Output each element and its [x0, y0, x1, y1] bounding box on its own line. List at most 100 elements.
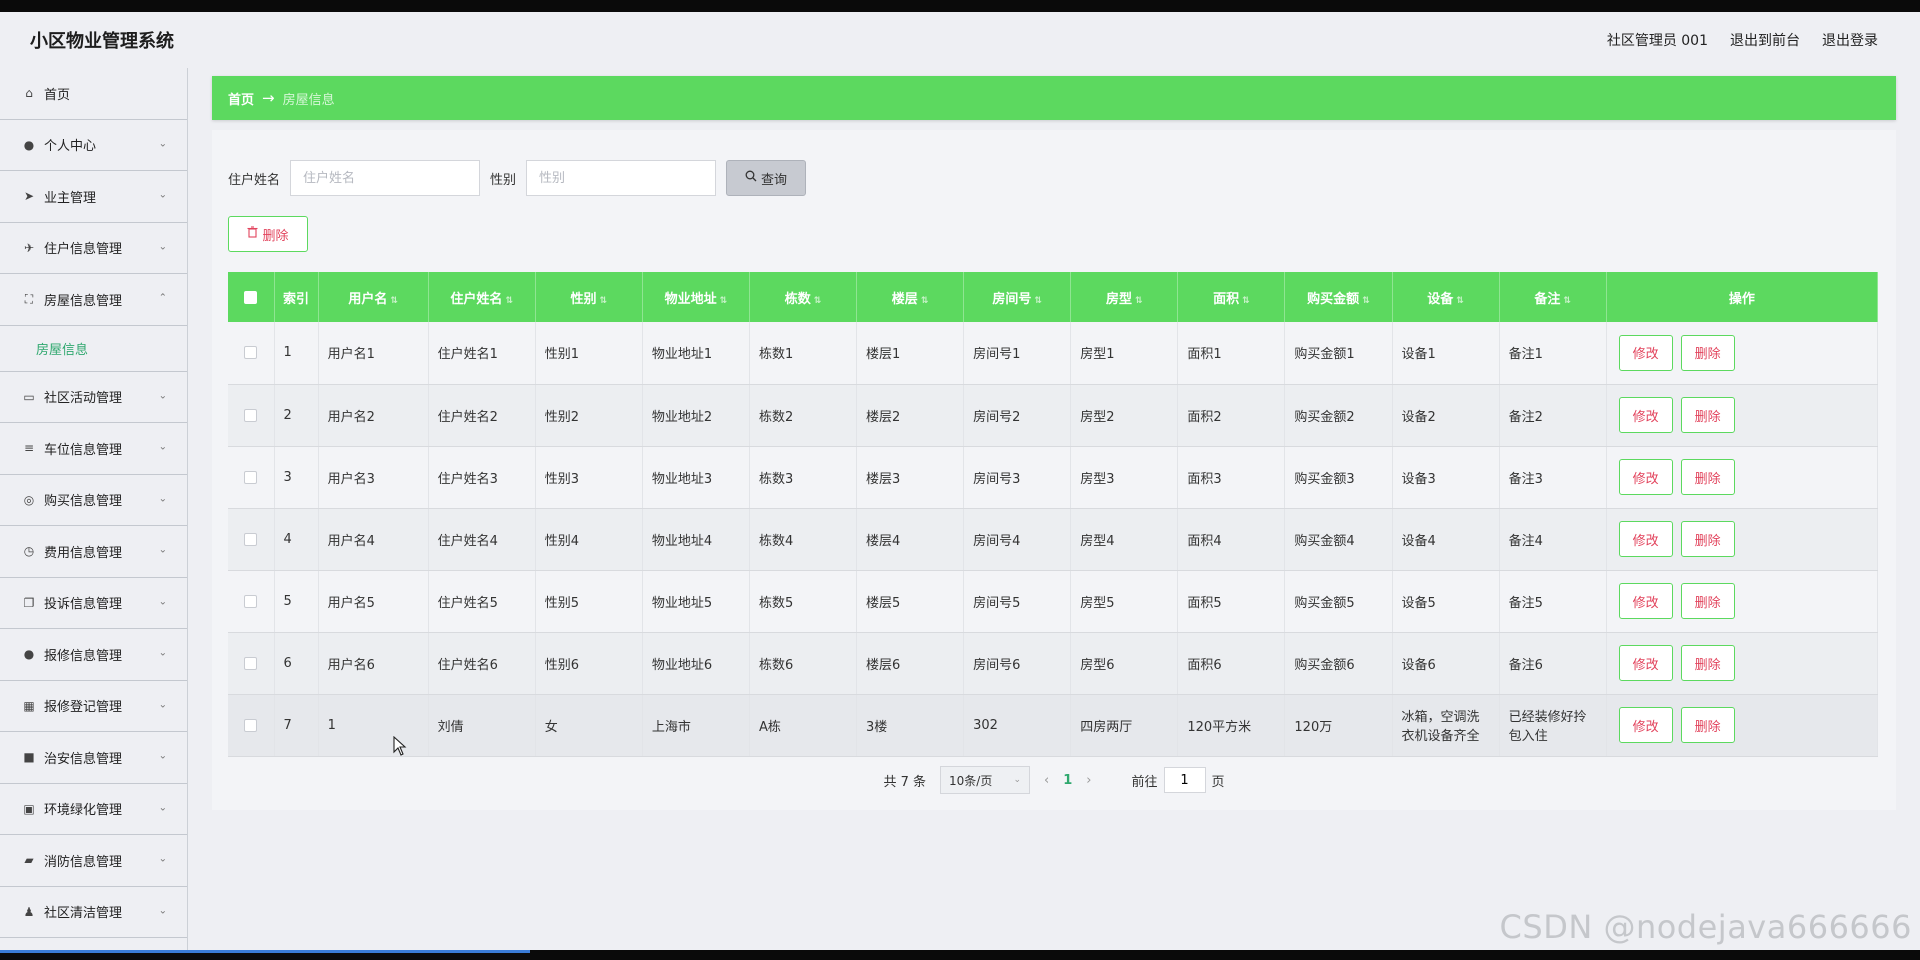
- sort-icon[interactable]: ⇅: [1362, 296, 1370, 306]
- edit-button[interactable]: 修改: [1618, 334, 1673, 371]
- sort-icon[interactable]: ⇅: [720, 296, 728, 306]
- table-cell: 物业地址6: [642, 632, 750, 695]
- sidebar-item-b0[interactable]: ▭ 社区活动管理 ⌄: [0, 372, 187, 423]
- table-cell: 房型3: [1070, 446, 1179, 509]
- sidebar-item-b3[interactable]: ◷ 费用信息管理 ⌄: [0, 526, 187, 578]
- sidebar-item-b9[interactable]: ▰ 消防信息管理 ⌄: [0, 835, 187, 887]
- sidebar-item-a0[interactable]: ⌂ 首页: [0, 68, 187, 120]
- sort-icon[interactable]: ⇅: [921, 296, 929, 306]
- sidebar-item-b2[interactable]: ◎ 购买信息管理 ⌄: [0, 475, 187, 526]
- delete-button[interactable]: 删除: [1680, 397, 1735, 433]
- page-size-select[interactable]: 10条/页 ⌄: [940, 766, 1031, 794]
- column-header[interactable]: 设备 ⇅: [1392, 272, 1500, 322]
- table-cell: 栋数1: [749, 322, 858, 385]
- table-cell: 房间号2: [963, 384, 1072, 447]
- column-header[interactable]: 房间号 ⇅: [963, 272, 1072, 322]
- goto-page-input[interactable]: [1163, 767, 1206, 793]
- sort-icon[interactable]: ⇅: [1034, 296, 1042, 306]
- delete-button[interactable]: 删除: [1680, 459, 1735, 495]
- column-header-label: 楼层: [891, 291, 918, 307]
- column-header[interactable]: 备注 ⇅: [1499, 272, 1607, 322]
- chevron-down-icon: ⌄: [158, 802, 167, 814]
- row-checkbox[interactable]: [244, 346, 258, 360]
- delete-button[interactable]: 删除: [1680, 583, 1735, 619]
- table-body: 1 用户名1 住户姓名1 性别1 物业地址1 栋数1 楼层1 房间号1 房型1 面积1 购买金额1 设…: [228, 322, 1879, 757]
- sort-icon[interactable]: ⇅: [390, 296, 398, 306]
- column-header[interactable]: 索引: [274, 272, 319, 322]
- row-checkbox[interactable]: [244, 718, 258, 732]
- row-checkbox[interactable]: [244, 470, 258, 484]
- table-cell: 四房两厅: [1070, 694, 1179, 757]
- sidebar-item-label: 个人中心: [44, 139, 97, 155]
- delete-button[interactable]: 删除: [1680, 645, 1735, 681]
- table-cell: 购买金额6: [1284, 632, 1393, 695]
- next-page-button[interactable]: ›: [1086, 773, 1091, 788]
- table-cell: 刘倩: [428, 694, 536, 757]
- sidebar-item-a4[interactable]: ⛶ 房屋信息管理 ⌃: [0, 274, 187, 326]
- row-checkbox[interactable]: [244, 594, 258, 608]
- logout-link[interactable]: 退出登录: [1822, 30, 1878, 50]
- sort-icon[interactable]: ⇅: [1242, 296, 1250, 306]
- edit-button[interactable]: 修改: [1618, 397, 1673, 433]
- back-to-front-link[interactable]: 退出到前台: [1730, 30, 1800, 50]
- row-checkbox[interactable]: [244, 532, 258, 546]
- main-content: 住户姓名 性别 查询 删除: [212, 130, 1896, 810]
- column-header[interactable]: 面积 ⇅: [1177, 272, 1286, 322]
- top-right-menu: 社区管理员 001 退出到前台 退出登录: [1607, 30, 1878, 50]
- table-cell: 房型5: [1070, 570, 1179, 633]
- sidebar-item-b4[interactable]: ❐ 投诉信息管理 ⌄: [0, 578, 187, 629]
- row-checkbox[interactable]: [244, 656, 258, 670]
- page-number-1[interactable]: 1: [1063, 773, 1072, 788]
- table-cell: 购买金额4: [1284, 508, 1393, 571]
- sort-icon[interactable]: ⇅: [814, 296, 822, 306]
- column-header[interactable]: 栋数 ⇅: [749, 272, 858, 322]
- delete-button[interactable]: 删除: [1680, 707, 1735, 743]
- gender-label: 性别: [490, 172, 517, 188]
- edit-button[interactable]: 修改: [1618, 459, 1673, 495]
- breadcrumb-home-link[interactable]: 首页: [228, 89, 254, 108]
- sort-icon[interactable]: ⇅: [1135, 296, 1143, 306]
- edit-button[interactable]: 修改: [1618, 707, 1673, 743]
- sort-icon[interactable]: ⇅: [505, 296, 513, 306]
- batch-delete-button[interactable]: 删除: [228, 216, 308, 252]
- query-button[interactable]: 查询: [726, 160, 807, 196]
- edit-button[interactable]: 修改: [1618, 583, 1673, 619]
- row-actions: 修改 删除: [1606, 322, 1879, 385]
- delete-button[interactable]: 删除: [1680, 334, 1735, 371]
- sidebar-item-label: 社区活动管理: [44, 391, 123, 407]
- sidebar-item-a1[interactable]: ● 个人中心 ⌄: [0, 120, 187, 171]
- column-header[interactable]: 性别 ⇅: [535, 272, 643, 322]
- sidebar-subitem-house-info[interactable]: 房屋信息: [0, 326, 187, 372]
- sort-icon[interactable]: ⇅: [600, 296, 608, 306]
- prev-page-button[interactable]: ‹: [1044, 773, 1049, 788]
- row-actions: 修改 删除: [1606, 384, 1879, 447]
- sidebar-item-b1[interactable]: ≡ 车位信息管理 ⌄: [0, 423, 187, 475]
- gender-input[interactable]: [526, 160, 717, 196]
- column-header[interactable]: 房型 ⇅: [1070, 272, 1179, 322]
- delete-button[interactable]: 删除: [1680, 521, 1735, 557]
- breadcrumb-current: 房屋信息: [282, 92, 335, 108]
- query-button-label: 查询: [761, 172, 788, 188]
- resident-name-input[interactable]: [290, 160, 481, 196]
- column-header[interactable]: 物业地址 ⇅: [642, 272, 750, 322]
- sidebar-item-a2[interactable]: ➤ 业主管理 ⌄: [0, 171, 187, 223]
- column-header[interactable]: 楼层 ⇅: [856, 272, 965, 322]
- sidebar-item-a3[interactable]: ✈ 住户信息管理 ⌄: [0, 223, 187, 274]
- column-header[interactable]: 用户名 ⇅: [318, 272, 429, 322]
- sidebar-item-b7[interactable]: ■ 治安信息管理 ⌄: [0, 732, 187, 784]
- sidebar-item-b8[interactable]: ▣ 环境绿化管理 ⌄: [0, 784, 187, 835]
- sort-icon[interactable]: ⇅: [1563, 296, 1571, 306]
- select-all-checkbox[interactable]: [244, 290, 258, 304]
- column-header[interactable]: 住户姓名 ⇅: [428, 272, 536, 322]
- row-checkbox[interactable]: [244, 408, 258, 422]
- table-cell: 性别3: [535, 446, 643, 509]
- chevron-down-icon: ⌄: [158, 905, 167, 917]
- edit-button[interactable]: 修改: [1618, 521, 1673, 557]
- chevron-up-icon: ⌃: [158, 292, 167, 304]
- edit-button[interactable]: 修改: [1618, 645, 1673, 681]
- column-header[interactable]: 购买金额 ⇅: [1284, 272, 1393, 322]
- sidebar-item-b6[interactable]: ▦ 报修登记管理 ⌄: [0, 681, 187, 732]
- sidebar-item-b10[interactable]: ♟ 社区清洁管理 ⌄: [0, 887, 187, 938]
- sidebar-item-b5[interactable]: ● 报修信息管理 ⌄: [0, 629, 187, 681]
- sort-icon[interactable]: ⇅: [1456, 296, 1464, 306]
